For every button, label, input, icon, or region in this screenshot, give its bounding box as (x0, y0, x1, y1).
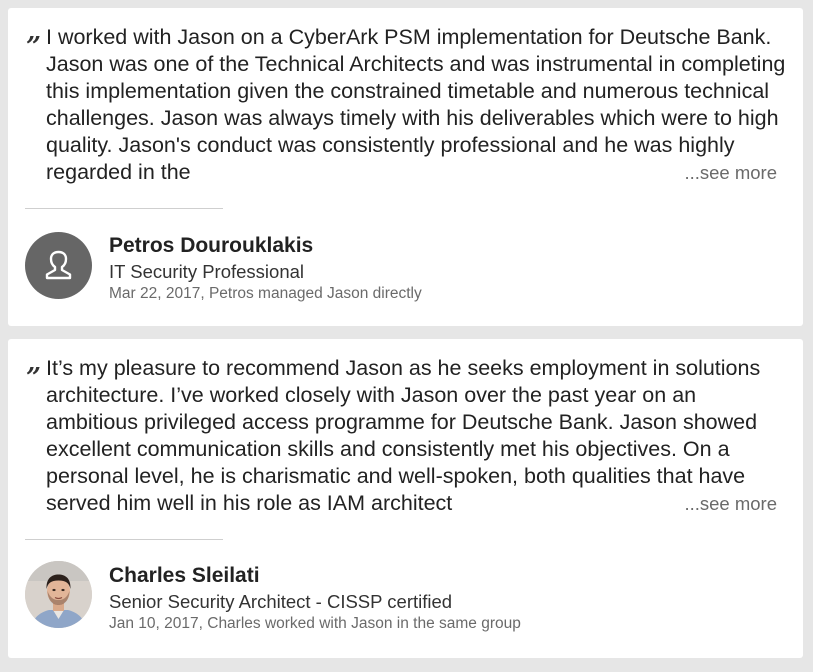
recommendation-card: ” I worked with Jason on a CyberArk PSM … (8, 8, 803, 326)
recommender-name[interactable]: Petros Dourouklakis (109, 233, 313, 259)
avatar[interactable] (25, 232, 92, 299)
quote-mark-icon: ” (26, 363, 41, 393)
default-person-icon (45, 250, 72, 280)
see-more-link[interactable]: ...see more (674, 159, 777, 186)
divider (25, 539, 223, 540)
quote-mark-icon: ” (26, 32, 41, 62)
avatar[interactable] (25, 561, 92, 628)
profile-photo (25, 561, 92, 628)
see-more-link[interactable]: ...see more (674, 490, 777, 517)
recommender-title: Senior Security Architect - CISSP certif… (109, 591, 453, 612)
recommendations-list: ” I worked with Jason on a CyberArk PSM … (0, 0, 813, 672)
recommendation-meta: Jan 10, 2017, Charles worked with Jason … (109, 615, 521, 632)
divider (25, 208, 223, 209)
recommendation-card: ” It’s my pleasure to recommend Jason as… (8, 339, 803, 658)
recommendation-meta: Mar 22, 2017, Petros managed Jason direc… (109, 285, 422, 302)
recommender-name[interactable]: Charles Sleilati (109, 563, 260, 589)
recommender-title: IT Security Professional (109, 261, 305, 282)
